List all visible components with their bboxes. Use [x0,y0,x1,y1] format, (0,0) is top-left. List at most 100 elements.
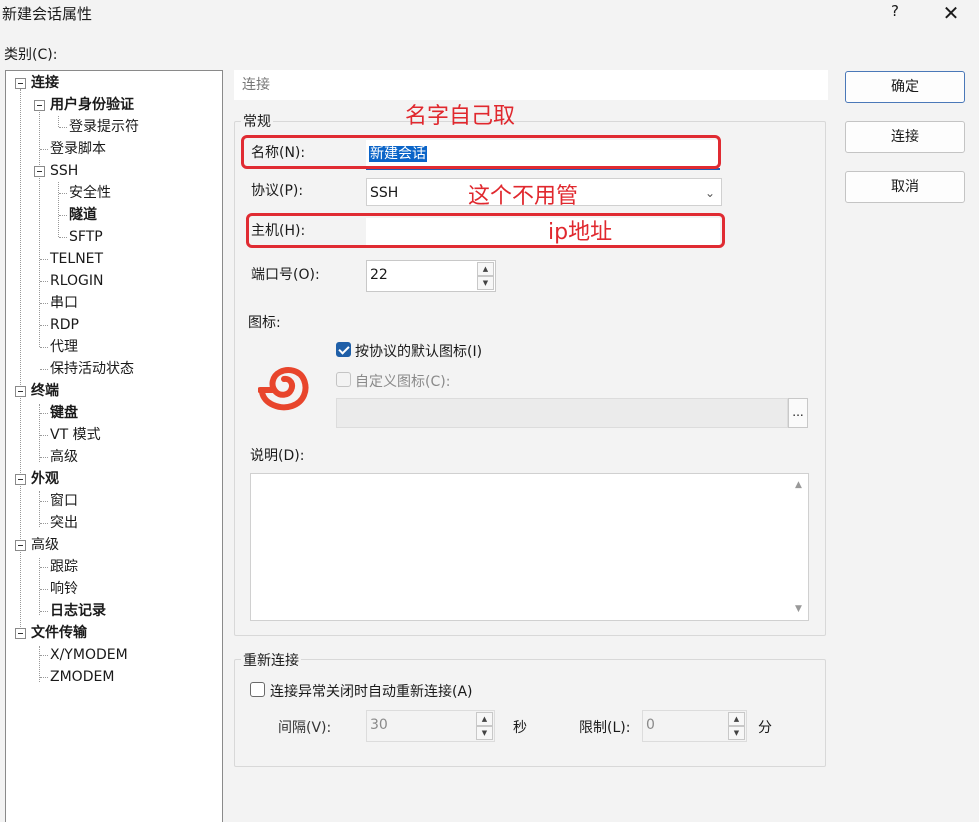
tree-item-login-script[interactable]: 登录脚本 [50,138,106,160]
tree-connector [40,325,48,326]
scroll-down-icon[interactable]: ▼ [795,604,802,614]
tree-item-serial[interactable]: 串口 [50,292,78,314]
category-label: 类别(C): [4,47,58,63]
tree-item-ssh[interactable]: SSH [50,160,78,182]
tree-item-login-prompt[interactable]: 登录提示符 [69,116,139,138]
ok-button[interactable]: 确定 [845,71,965,103]
tree-item-file-transfer[interactable]: 文件传输 [31,622,87,644]
collapse-icon[interactable] [34,100,45,111]
tree-connector [59,193,67,194]
tree-item-rdp[interactable]: RDP [50,314,79,336]
spin-up-icon[interactable]: ▲ [476,712,493,726]
tree-item-window[interactable]: 窗口 [50,490,78,512]
port-stepper-buttons: ▲ ▼ [477,262,494,290]
limit-label: 限制(L): [579,720,631,736]
port-value: 22 [370,267,388,283]
tree-connector [58,116,59,127]
tree-item-trace[interactable]: 跟踪 [50,556,78,578]
tree-item-vt-mode[interactable]: VT 模式 [50,424,101,446]
tree-item-user-auth[interactable]: 用户身份验证 [50,94,134,116]
tree-connector [40,589,48,590]
auto-reconnect-label[interactable]: 连接异常关闭时自动重新连接(A) [270,681,473,701]
tree-item-keyboard[interactable]: 键盘 [50,402,78,424]
tree-item-appearance[interactable]: 外观 [31,468,59,490]
limit-stepper-buttons: ▲ ▼ [728,712,745,740]
spin-down-icon[interactable]: ▼ [477,276,494,290]
tree-item-terminal-advanced[interactable]: 高级 [50,446,78,468]
tree-connector [40,347,48,348]
tree-item-connection[interactable]: 连接 [31,72,59,94]
collapse-icon[interactable] [15,78,26,89]
custom-icon-checkbox[interactable] [336,372,351,387]
interval-value: 30 [370,717,388,733]
auto-reconnect-checkbox[interactable] [250,682,265,697]
tree-item-rlogin[interactable]: RLOGIN [50,270,104,292]
tree-item-xymodem[interactable]: X/YMODEM [50,644,128,666]
collapse-icon[interactable] [15,628,26,639]
collapse-icon[interactable] [15,540,26,551]
description-textarea[interactable]: ▲ ▼ [250,473,809,621]
custom-icon-label[interactable]: 自定义图标(C): [355,371,450,391]
interval-stepper[interactable]: 30 ▲ ▼ [366,710,495,742]
tree-connector [40,501,48,502]
tree-connector [59,127,67,128]
scrollbar[interactable]: ▲ ▼ [791,474,808,620]
tree-connector [40,567,48,568]
scroll-up-icon[interactable]: ▲ [795,480,802,490]
tree-item-telnet[interactable]: TELNET [50,248,103,270]
collapse-icon[interactable] [34,166,45,177]
interval-unit: 秒 [513,720,527,736]
tree-item-logging[interactable]: 日志记录 [50,600,106,622]
protocol-label: 协议(P): [251,183,304,199]
tree-item-advanced[interactable]: 高级 [31,534,59,556]
connect-button[interactable]: 连接 [845,121,965,153]
help-button[interactable]: ? [884,2,906,24]
default-icon-checkbox[interactable] [336,342,351,357]
collapse-icon[interactable] [15,474,26,485]
limit-unit: 分 [758,720,772,736]
port-stepper[interactable]: 22 ▲ ▼ [366,260,496,292]
tree-item-proxy[interactable]: 代理 [50,336,78,358]
cancel-button[interactable]: 取消 [845,171,965,203]
description-label: 说明(D): [250,448,305,464]
tree-connector [58,182,59,237]
tree-item-highlight[interactable]: 突出 [50,512,78,534]
spin-up-icon[interactable]: ▲ [728,712,745,726]
spin-down-icon[interactable]: ▼ [476,726,493,740]
tree-connector [40,523,48,524]
tree-connector [59,237,67,238]
spin-up-icon[interactable]: ▲ [477,262,494,276]
tree-item-security[interactable]: 安全性 [69,182,111,204]
tree-connector [59,215,67,216]
reconnect-group-title: 重新连接 [241,650,301,670]
default-icon-label[interactable]: 按协议的默认图标(I) [355,341,482,361]
tree-item-terminal[interactable]: 终端 [31,380,59,402]
collapse-icon[interactable] [15,386,26,397]
annotation-box-name [241,135,721,169]
tree-item-bell[interactable]: 响铃 [50,578,78,600]
general-group-title: 常规 [241,111,273,131]
tree-connector [40,457,48,458]
tree-item-zmodem[interactable]: ZMODEM [50,666,114,688]
tree-connector [40,677,48,678]
interval-stepper-buttons: ▲ ▼ [476,712,493,740]
window-title: 新建会话属性 [2,5,93,23]
spin-down-icon[interactable]: ▼ [728,726,745,740]
category-tree[interactable]: 连接 用户身份验证 登录提示符 登录脚本 SSH 安全性 隧道 SFTP TEL… [5,70,223,822]
chevron-down-icon: ⌄ [704,186,715,200]
browse-button[interactable]: ... [788,398,808,428]
tree-connector [40,413,48,414]
tree-item-sftp[interactable]: SFTP [69,226,103,248]
custom-icon-path[interactable] [336,398,788,428]
tree-item-keepalive[interactable]: 保持活动状态 [50,358,134,380]
limit-stepper[interactable]: 0 ▲ ▼ [642,710,747,742]
annotation-protocol-note: 这个不用管 [468,184,579,209]
annotation-box-host [246,213,725,248]
tree-connector [39,491,40,527]
ssh-protocol-icon [258,367,309,411]
tree-item-tunnel[interactable]: 隧道 [69,204,97,226]
section-header: 连接 [234,70,828,100]
close-button[interactable]: ✕ [936,0,966,26]
tree-connector [40,655,48,656]
tree-connector [40,259,48,260]
